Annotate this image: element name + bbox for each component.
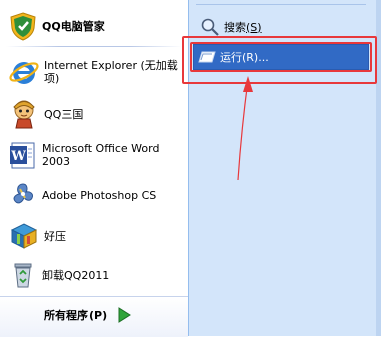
svg-text:W: W — [10, 149, 26, 164]
run-icon — [198, 49, 216, 65]
menu-item-search[interactable]: 搜索 (S) — [200, 16, 368, 38]
search-key: (S) — [246, 20, 262, 34]
menu-item-run[interactable]: 运行 (R)... — [198, 47, 366, 67]
qq-sanguo-icon — [8, 98, 40, 130]
right-pane-edge — [376, 0, 381, 336]
all-programs-button[interactable]: 所有程序 (P) — [44, 304, 154, 326]
recycle-bin-icon — [8, 260, 38, 290]
search-icon — [200, 17, 220, 37]
menu-item-photoshop[interactable]: Adobe Photoshop CS — [8, 178, 184, 212]
search-label: 搜索 — [224, 20, 246, 34]
menu-item-uninstall-qq2011[interactable]: 卸载QQ2011 — [8, 258, 184, 292]
internet-explorer-icon — [8, 56, 40, 88]
separator — [196, 4, 366, 5]
menu-item-internet-explorer[interactable]: Internet Explorer (无加载项) — [8, 54, 184, 90]
separator — [6, 46, 182, 47]
menu-item-qq-sanguo[interactable]: QQ三国 — [8, 96, 184, 132]
all-programs-label: 所有程序 — [44, 308, 88, 322]
menu-item-label: 好压 — [44, 229, 66, 243]
menu-item-label: Adobe Photoshop CS — [42, 188, 157, 202]
qq-pc-manager-icon — [8, 11, 38, 41]
menu-item-word-2003[interactable]: W Microsoft Office Word 2003 — [8, 138, 184, 172]
run-key: (R)... — [242, 50, 269, 64]
haozip-icon — [8, 220, 40, 252]
start-menu-left-pane: QQ电脑管家 Internet Explorer (无加载项) QQ三国 W M… — [0, 0, 188, 337]
word-icon: W — [8, 140, 38, 170]
menu-item-qq-pc-manager[interactable]: QQ电脑管家 — [8, 10, 184, 42]
menu-item-label: QQ电脑管家 — [42, 19, 105, 33]
run-label: 运行 — [220, 50, 242, 64]
green-arrow-icon — [117, 307, 132, 323]
menu-item-label: 卸载QQ2011 — [42, 268, 110, 282]
menu-item-label: Microsoft Office Word 2003 — [42, 142, 160, 168]
menu-item-label: QQ三国 — [44, 107, 84, 121]
menu-item-label: Internet Explorer (无加载项) — [44, 59, 178, 85]
photoshop-icon — [8, 180, 38, 210]
all-programs-key: (P) — [89, 308, 108, 322]
start-menu: QQ电脑管家 Internet Explorer (无加载项) QQ三国 W M… — [0, 0, 381, 337]
menu-item-haozip[interactable]: 好压 — [8, 218, 184, 254]
